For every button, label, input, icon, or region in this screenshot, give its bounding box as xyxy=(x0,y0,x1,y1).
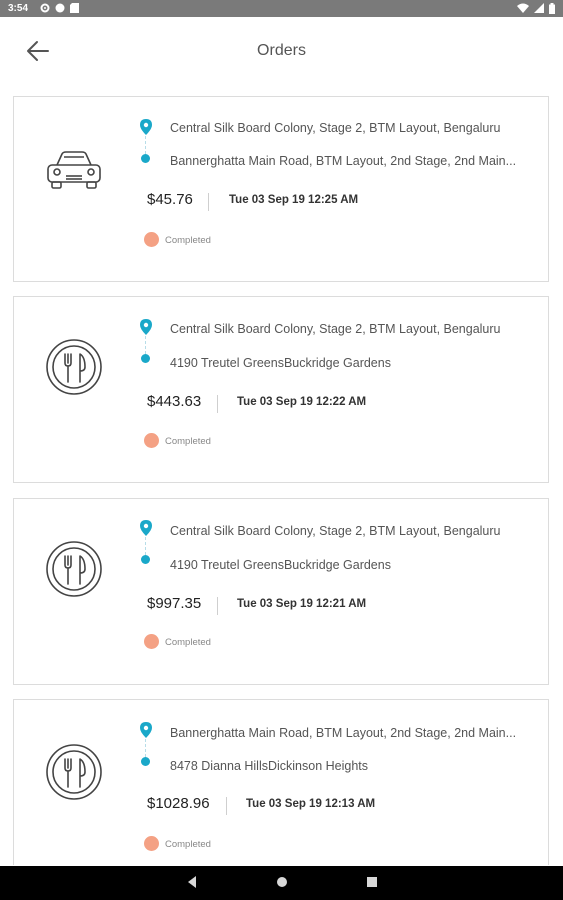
route-line xyxy=(145,537,146,555)
orders-list[interactable]: Central Silk Board Colony, Stage 2, BTM … xyxy=(0,83,563,865)
divider xyxy=(226,797,227,815)
settings-icon xyxy=(40,3,50,16)
status-badge: Completed xyxy=(165,839,211,850)
restaurant-icon xyxy=(44,742,104,802)
route-line xyxy=(145,739,146,757)
back-triangle-icon[interactable] xyxy=(185,875,199,894)
order-card[interactable]: Bannerghatta Main Road, BTM Layout, 2nd … xyxy=(13,699,549,865)
destination-dot-icon xyxy=(141,757,150,766)
signal-icon xyxy=(534,3,544,17)
drop-address: 4190 Treutel GreensBuckridge Gardens xyxy=(170,356,391,370)
status-left-icons xyxy=(40,3,79,16)
route-line xyxy=(145,136,146,154)
status-indicator xyxy=(144,433,159,448)
status-indicator xyxy=(144,232,159,247)
wifi-icon xyxy=(517,3,529,17)
pickup-address: Central Silk Board Colony, Stage 2, BTM … xyxy=(170,322,501,336)
order-price: $45.76 xyxy=(147,191,193,208)
divider xyxy=(217,597,218,615)
drop-address: Bannerghatta Main Road, BTM Layout, 2nd … xyxy=(170,154,517,168)
home-circle-icon[interactable] xyxy=(275,875,289,894)
battery-icon xyxy=(549,3,555,17)
order-price: $443.63 xyxy=(147,393,202,410)
drop-address: 8478 Dianna HillsDickinson Heights xyxy=(170,759,369,773)
order-price: $997.35 xyxy=(147,595,202,612)
order-date: Tue 03 Sep 19 12:25 AM xyxy=(229,194,359,206)
status-badge: Completed xyxy=(165,637,211,648)
drop-address: 4190 Treutel GreensBuckridge Gardens xyxy=(170,558,391,572)
map-pin-icon xyxy=(140,119,152,135)
recents-square-icon[interactable] xyxy=(365,875,379,894)
restaurant-icon xyxy=(44,539,104,599)
route-line xyxy=(145,336,146,354)
order-price: $1028.96 xyxy=(147,795,210,812)
order-card[interactable]: Central Silk Board Colony, Stage 2, BTM … xyxy=(13,498,549,685)
pickup-address: Bannerghatta Main Road, BTM Layout, 2nd … xyxy=(170,726,517,740)
system-nav-bar xyxy=(0,866,563,900)
destination-dot-icon xyxy=(141,354,150,363)
status-indicator xyxy=(144,634,159,649)
pickup-address: Central Silk Board Colony, Stage 2, BTM … xyxy=(170,524,501,538)
status-indicator xyxy=(144,836,159,851)
app-bar: Orders xyxy=(0,17,563,83)
order-date: Tue 03 Sep 19 12:22 AM xyxy=(237,396,367,408)
restaurant-icon xyxy=(44,337,104,397)
order-card[interactable]: Central Silk Board Colony, Stage 2, BTM … xyxy=(13,296,549,483)
order-date: Tue 03 Sep 19 12:21 AM xyxy=(237,598,367,610)
map-pin-icon xyxy=(140,319,152,335)
sd-card-icon xyxy=(70,3,79,16)
order-card[interactable]: Central Silk Board Colony, Stage 2, BTM … xyxy=(13,96,549,282)
destination-dot-icon xyxy=(141,555,150,564)
pickup-address: Central Silk Board Colony, Stage 2, BTM … xyxy=(170,121,501,135)
circle-icon xyxy=(55,3,65,16)
divider xyxy=(217,395,218,413)
page-title: Orders xyxy=(257,42,306,59)
status-badge: Completed xyxy=(165,436,211,447)
map-pin-icon xyxy=(140,722,152,738)
car-icon xyxy=(44,141,104,201)
status-badge: Completed xyxy=(165,235,211,246)
order-date: Tue 03 Sep 19 12:13 AM xyxy=(246,798,376,810)
status-right-icons xyxy=(517,3,555,17)
status-bar: 3:54 xyxy=(0,0,563,17)
status-time: 3:54 xyxy=(8,3,29,14)
divider xyxy=(208,193,209,211)
destination-dot-icon xyxy=(141,154,150,163)
map-pin-icon xyxy=(140,520,152,536)
